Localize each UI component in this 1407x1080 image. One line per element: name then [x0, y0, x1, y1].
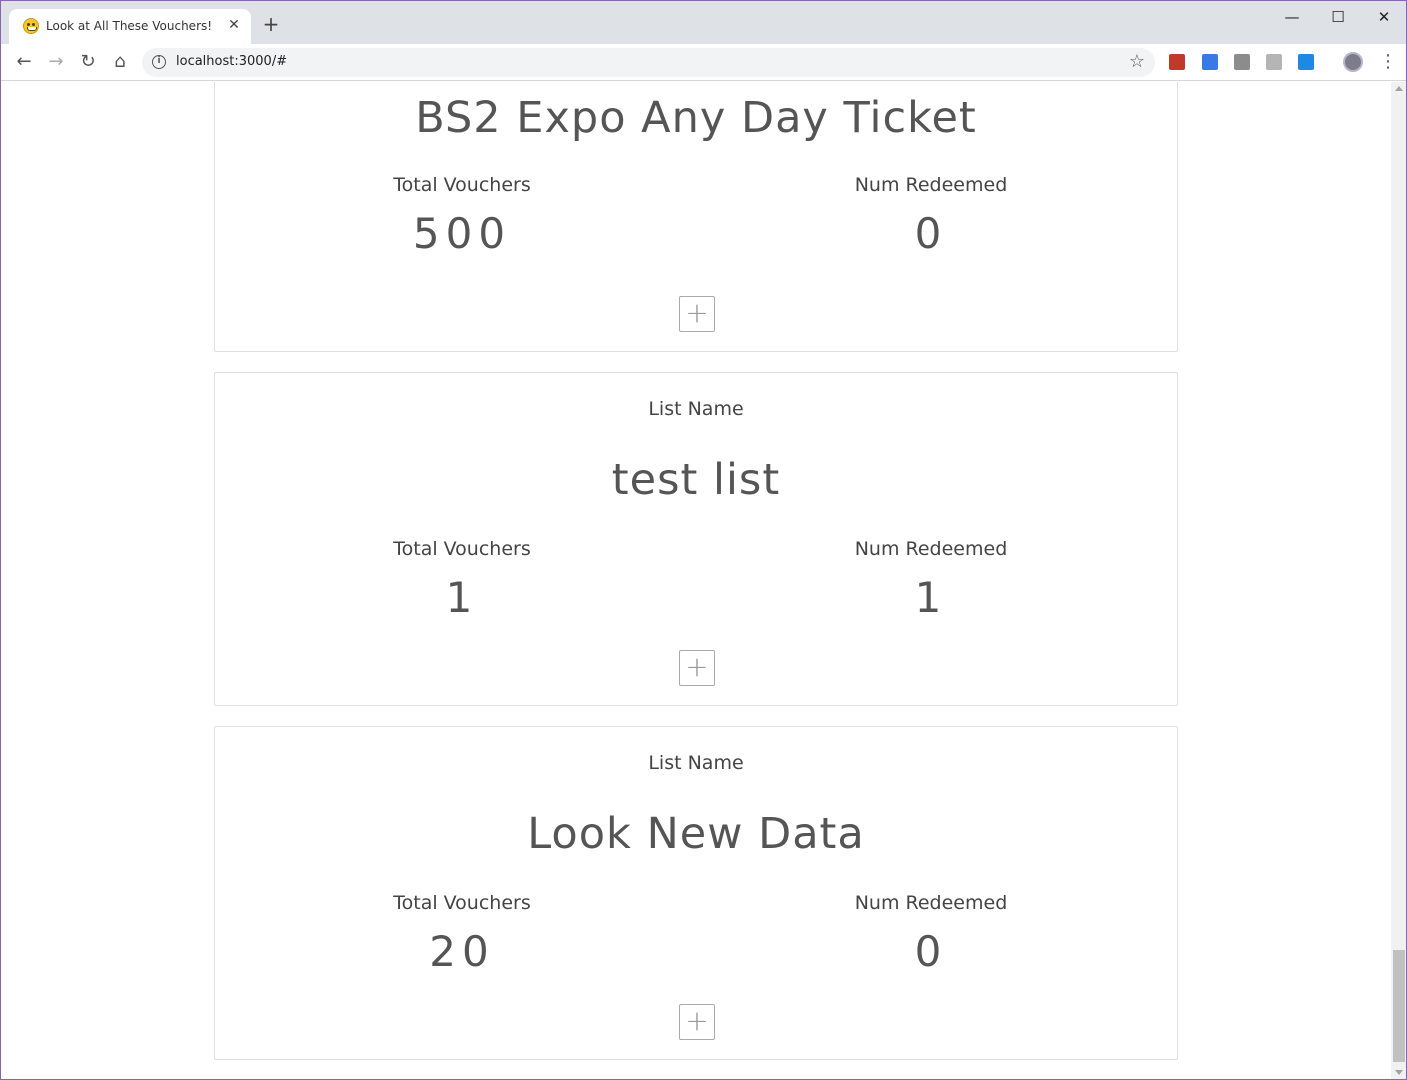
scroll-down-arrow-icon[interactable]: [1395, 1070, 1403, 1075]
total-vouchers-value: 20: [429, 927, 495, 976]
reload-icon[interactable]: ↻: [77, 51, 99, 73]
tab-strip: Look at All These Vouchers! ✕ + — ☐ ✕: [1, 1, 1406, 44]
num-redeemed-label: Num Redeemed: [854, 892, 1008, 914]
total-vouchers-value: 500: [412, 209, 512, 258]
browser-tab[interactable]: Look at All These Vouchers! ✕: [9, 9, 251, 44]
total-vouchers-value: 1: [445, 573, 479, 622]
tab-close-icon[interactable]: ✕: [226, 17, 242, 33]
card-title: BS2 Expo Any Day Ticket: [415, 93, 977, 143]
voucher-card: BS2 Expo Any Day Ticket Total Vouchers N…: [214, 82, 1178, 352]
extension-red-icon[interactable]: [1169, 54, 1185, 70]
list-name-label: List Name: [648, 752, 744, 774]
extension-gray-icon[interactable]: [1234, 54, 1250, 70]
minimize-button[interactable]: —: [1269, 6, 1315, 28]
extension-blue-icon[interactable]: [1202, 54, 1218, 70]
total-vouchers-label: Total Vouchers: [393, 538, 531, 560]
back-icon[interactable]: ←: [13, 51, 35, 73]
new-tab-button[interactable]: +: [261, 14, 281, 34]
forward-icon[interactable]: →: [45, 51, 67, 73]
scroll-thumb[interactable]: [1393, 950, 1405, 1062]
maximize-button[interactable]: ☐: [1315, 6, 1361, 28]
voucher-card: List Name Look New Data Total Vouchers N…: [214, 726, 1178, 1060]
bookmark-star-icon[interactable]: ☆: [1129, 51, 1145, 72]
profile-avatar[interactable]: [1343, 52, 1363, 72]
site-info-icon[interactable]: i: [152, 55, 166, 69]
num-redeemed-label: Num Redeemed: [854, 538, 1008, 560]
num-redeemed-label: Num Redeemed: [854, 174, 1008, 196]
num-redeemed-value: 0: [914, 209, 948, 258]
page-viewport: BS2 Expo Any Day Ticket Total Vouchers N…: [1, 82, 1391, 1079]
num-redeemed-value: 0: [914, 927, 948, 976]
url-text[interactable]: localhost:3000/#: [176, 54, 287, 69]
close-window-button[interactable]: ✕: [1361, 6, 1406, 28]
voucher-card: List Name test list Total Vouchers Num R…: [214, 372, 1178, 706]
browser-window: Look at All These Vouchers! ✕ + — ☐ ✕ ← …: [0, 0, 1407, 1080]
add-button[interactable]: +: [679, 296, 715, 332]
vertical-scrollbar[interactable]: [1391, 82, 1406, 1079]
add-button[interactable]: +: [679, 1004, 715, 1040]
smiley-favicon-icon: [23, 18, 39, 34]
add-button[interactable]: +: [679, 650, 715, 686]
extension-light-gray-icon[interactable]: [1266, 54, 1282, 70]
card-title: test list: [611, 455, 781, 505]
menu-icon[interactable]: ⋮: [1379, 50, 1397, 74]
total-vouchers-label: Total Vouchers: [393, 174, 531, 196]
home-icon[interactable]: ⌂: [109, 51, 131, 73]
address-bar[interactable]: i localhost:3000/# ☆: [142, 48, 1155, 77]
browser-toolbar: ← → ↻ ⌂ i localhost:3000/# ☆ ⋮: [1, 44, 1406, 81]
scroll-up-arrow-icon[interactable]: [1395, 86, 1403, 91]
tab-title: Look at All These Vouchers!: [46, 19, 213, 33]
extension-cyan-icon[interactable]: [1298, 54, 1314, 70]
total-vouchers-label: Total Vouchers: [393, 892, 531, 914]
card-title: Look New Data: [527, 809, 865, 859]
list-name-label: List Name: [648, 398, 744, 420]
num-redeemed-value: 1: [914, 573, 948, 622]
